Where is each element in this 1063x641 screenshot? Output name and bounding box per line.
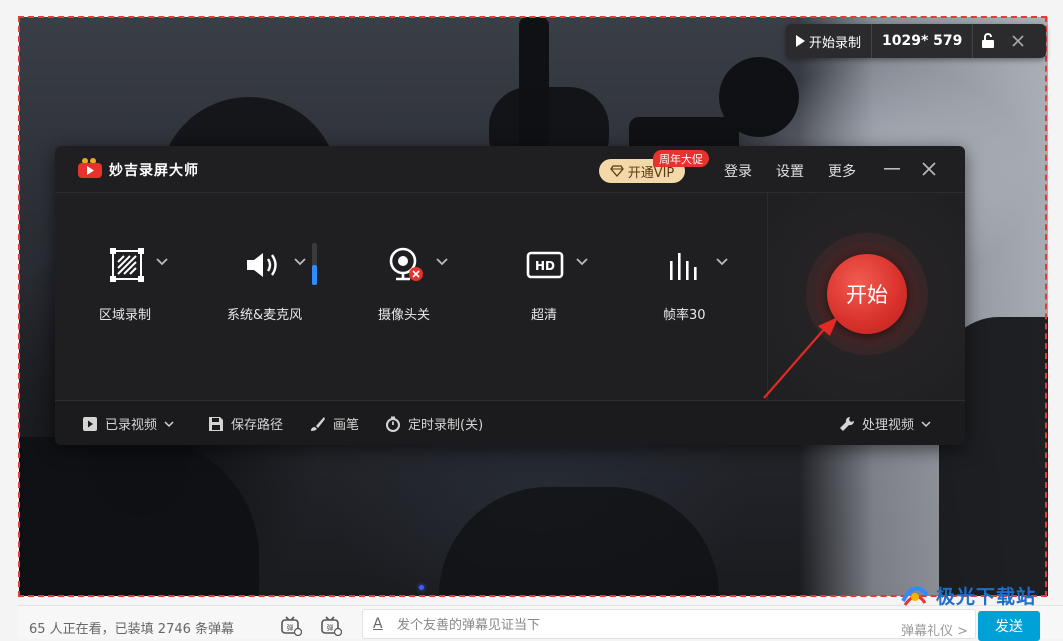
pen-label: 画笔 [333,418,360,433]
scheduled-record-label: 定时录制(关) [408,418,484,433]
chevron-down-icon [921,420,931,427]
start-recording-label: 开始录制 [809,35,862,51]
recorder-window: 妙吉录屏大师 开通VIP 周年大促 登录 设置 更多 区域录制 系统&麦克风 摄… [55,146,965,445]
tool-audio[interactable]: 系统&麦克风 [227,193,393,400]
text-style-icon[interactable]: A [373,616,383,632]
app-title: 妙吉录屏大师 [109,163,199,179]
minimize-icon[interactable] [881,158,903,180]
timer-icon [385,416,401,432]
tool-label: 摄像头关 [378,308,431,323]
close-icon[interactable] [1003,24,1033,58]
volume-level [312,265,317,285]
speaker-icon [243,245,283,285]
save-path-label: 保存路径 [231,418,284,433]
chevron-down-icon [164,420,174,427]
hd-icon: HD [525,245,565,285]
danmaku-settings-icon[interactable]: 弹 [320,616,342,636]
watermark-text: 极光下载站 [936,586,1037,608]
pen-button[interactable]: 画笔 [310,414,359,433]
tool-area-record[interactable]: 区域录制 [99,193,253,400]
login-link[interactable]: 登录 [724,161,752,181]
watermark-logo-icon [901,585,929,606]
start-area: 开始 [767,193,965,400]
unlock-icon[interactable] [973,24,1003,58]
window-close-icon[interactable] [918,158,940,180]
process-video-button[interactable]: 处理视频 [839,414,931,433]
svg-text:HD: HD [535,259,555,273]
viewer-count: 65 人正在看，已装填 2746 条弹幕 [29,622,235,637]
volume-meter[interactable] [312,243,317,285]
tool-label: 帧率30 [663,308,706,323]
scheduled-record-button[interactable]: 定时录制(关) [385,414,483,433]
danmaku-input[interactable] [395,614,879,636]
chevron-down-icon[interactable] [155,255,169,269]
brush-icon [310,416,326,432]
wrench-icon [839,416,855,432]
region-size-readout[interactable]: 1029* 579 [872,24,974,58]
background-shadow-left [19,437,259,596]
recording-toolbar: 开始录制 1029* 579 [786,24,1046,58]
chevron-down-icon[interactable] [575,255,589,269]
watermark: 极光下载站 [900,582,1036,609]
bars-icon [665,245,705,285]
save-icon [208,416,224,432]
settings-link[interactable]: 设置 [776,161,804,181]
tool-camera[interactable]: 摄像头关 [378,193,535,400]
promo-badge: 周年大促 [653,150,709,167]
bottom-toolbar: 已录视频 保存路径 画笔 定时录制(关) 处理视频 [55,400,965,445]
chevron-down-icon[interactable] [715,255,729,269]
camera-off-icon [385,245,425,285]
start-recording-button[interactable]: 开始录制 [786,24,873,58]
tool-label: 区域录制 [99,308,152,323]
player-bottom-bar: 65 人正在看，已装填 2746 条弹幕 弹 弹 A 弹幕礼仪 > 发送 [18,605,1063,641]
tool-label: 系统&麦克风 [227,308,303,323]
recorded-videos-label: 已录视频 [105,418,158,433]
send-button[interactable]: 发送 [978,611,1040,641]
play-icon [796,35,805,47]
recorded-videos-button[interactable]: 已录视频 [82,414,174,433]
title-bar: 妙吉录屏大师 开通VIP 周年大促 登录 设置 更多 [55,146,965,192]
danmaku-toggle-icon[interactable]: 弹 [280,616,302,636]
area-select-icon [107,245,147,285]
video-file-icon [82,416,98,432]
save-path-button[interactable]: 保存路径 [208,414,283,433]
background-knob [719,57,799,137]
more-link[interactable]: 更多 [828,161,856,181]
danmaku-input-box: A 弹幕礼仪 > [362,609,976,639]
app-logo-icon [77,157,103,179]
danmaku-etiquette-link[interactable]: 弹幕礼仪 > [901,620,968,639]
chevron-down-icon[interactable] [293,255,307,269]
svg-text:弹: 弹 [327,623,334,632]
tool-label: 超清 [531,308,558,323]
background-shadow-center [439,487,719,596]
diamond-icon [609,165,624,177]
process-video-label: 处理视频 [862,418,915,433]
start-button[interactable]: 开始 [827,254,907,334]
tool-panel: 区域录制 系统&麦克风 摄像头关 HD 超清 帧率30 [55,193,767,400]
background-blue-light [419,585,424,590]
tool-quality[interactable]: HD 超清 [525,193,675,400]
chevron-down-icon[interactable] [435,255,449,269]
svg-text:弹: 弹 [287,623,294,632]
